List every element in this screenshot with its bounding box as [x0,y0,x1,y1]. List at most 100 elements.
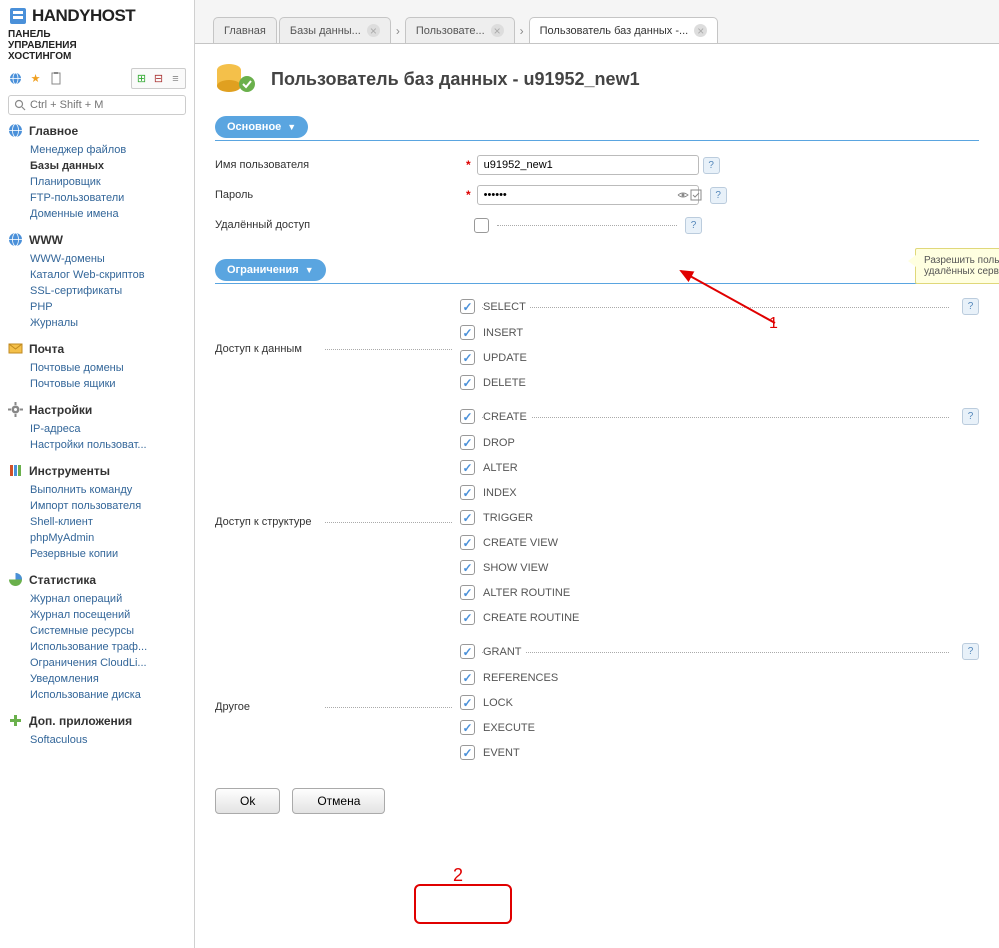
nav-item[interactable]: Настройки пользоват... [30,437,186,453]
section-main-badge[interactable]: Основное▼ [215,116,308,138]
perm-label: REFERENCES [483,672,562,684]
password-input[interactable] [477,185,699,205]
perm-label: TRIGGER [483,512,537,524]
nav-item[interactable]: WWW-домены [30,251,186,267]
nav-item[interactable]: Выполнить команду [30,482,186,498]
perm-checkbox[interactable] [460,585,475,600]
perm-checkbox[interactable] [460,670,475,685]
help-icon[interactable]: ? [685,217,702,234]
tab-0[interactable]: Главная [213,17,277,43]
nav-section-2[interactable]: Почта [8,341,186,356]
nav-item[interactable]: Использование траф... [30,639,186,655]
perm-checkbox[interactable] [460,485,475,500]
perm-checkbox[interactable] [460,644,475,659]
tab-3[interactable]: Пользователь баз данных -...× [529,17,719,43]
cancel-button[interactable]: Отмена [292,788,385,814]
page-title: Пользователь баз данных - u91952_new1 [271,69,640,90]
collapse-icon[interactable]: ⊟ [151,71,166,86]
nav-item[interactable]: Shell-клиент [30,514,186,530]
nav-section-5[interactable]: Статистика [8,572,186,587]
nav-item[interactable]: Журнал операций [30,591,186,607]
perm-checkbox[interactable] [460,745,475,760]
nav-item[interactable]: Уведомления [30,671,186,687]
help-icon[interactable]: ? [703,157,720,174]
help-icon[interactable]: ? [962,298,979,315]
brand-subtitle: ПАНЕЛЬ УПРАВЛЕНИЯ ХОСТИНГОМ [8,29,186,62]
nav-item[interactable]: Системные ресурсы [30,623,186,639]
nav-section-3[interactable]: Настройки [8,402,186,417]
perm-checkbox[interactable] [460,435,475,450]
remote-label: Удалённый доступ [215,219,314,231]
perm-checkbox[interactable] [460,695,475,710]
nav-item[interactable]: Менеджер файлов [30,142,186,158]
nav-item[interactable]: Почтовые ящики [30,376,186,392]
content: Пользователь баз данных - u91952_new1 Ос… [195,44,999,830]
perm-label: SHOW VIEW [483,562,552,574]
nav-item[interactable]: Ограничения CloudLi... [30,655,186,671]
help-icon[interactable]: ? [962,643,979,660]
nav-item[interactable]: Журналы [30,315,186,331]
star-icon[interactable]: ★ [28,71,43,86]
username-input[interactable] [477,155,699,175]
annotation-2: 2 [453,865,463,886]
nav-item[interactable]: Использование диска [30,687,186,703]
home-icon[interactable] [8,71,23,86]
nav-item[interactable]: Резервные копии [30,546,186,562]
perm-label: SELECT [483,301,530,313]
row-username: Имя пользователя * ? [215,155,979,175]
perm-label: DELETE [483,377,530,389]
perm-checkbox[interactable] [460,510,475,525]
nav-section-0[interactable]: Главное [8,123,186,138]
required-mark: * [466,188,471,202]
ok-button[interactable]: Ok [215,788,280,814]
nav-item[interactable]: Импорт пользователя [30,498,186,514]
sort-icon[interactable]: ≡ [168,71,183,86]
search-icon [14,99,26,111]
perm-checkbox[interactable] [460,535,475,550]
nav-section-4[interactable]: Инструменты [8,463,186,478]
nav-item[interactable]: Базы данных [30,158,186,174]
nav-item[interactable]: Планировщик [30,174,186,190]
remote-checkbox[interactable] [474,218,489,233]
nav-item[interactable]: Журнал посещений [30,607,186,623]
perm-checkbox[interactable] [460,375,475,390]
section-limits-badge[interactable]: Ограничения▼ [215,259,326,281]
nav-section-6[interactable]: Доп. приложения [8,713,186,728]
perm-label: EXECUTE [483,722,539,734]
tab-1[interactable]: Базы данны...× [279,17,391,43]
gear-icon [8,402,23,417]
nav-item[interactable]: Каталог Web-скриптов [30,267,186,283]
perm-checkbox[interactable] [460,560,475,575]
mail-icon [8,341,23,356]
perm-checkbox[interactable] [460,460,475,475]
clipboard-icon[interactable] [48,71,63,86]
nav-item[interactable]: Softaculous [30,732,186,748]
perm-checkbox[interactable] [460,610,475,625]
nav-item[interactable]: PHP [30,299,186,315]
perm-checkbox[interactable] [460,350,475,365]
nav-item[interactable]: phpMyAdmin [30,530,186,546]
help-icon[interactable]: ? [962,408,979,425]
search-input[interactable] [30,99,180,111]
help-icon[interactable]: ? [710,187,727,204]
nav-item[interactable]: Почтовые домены [30,360,186,376]
perm-checkbox[interactable] [460,720,475,735]
nav-item[interactable]: FTP-пользователи [30,190,186,206]
nav-item[interactable]: Доменные имена [30,206,186,222]
eye-icon[interactable] [677,189,689,201]
perm-label: UPDATE [483,352,531,364]
perm-checkbox[interactable] [460,299,475,314]
close-icon[interactable]: × [491,24,504,37]
globe-icon [8,232,23,247]
nav-item[interactable]: IP-адреса [30,421,186,437]
nav-section-1[interactable]: WWW [8,232,186,247]
perm-checkbox[interactable] [460,325,475,340]
tab-2[interactable]: Пользовате...× [405,17,515,43]
nav-item[interactable]: SSL-сертификаты [30,283,186,299]
expand-icon[interactable]: ⊞ [134,71,149,86]
close-icon[interactable]: × [367,24,380,37]
close-icon[interactable]: × [694,24,707,37]
perm-checkbox[interactable] [460,409,475,424]
generate-icon[interactable] [690,189,702,201]
sidebar-search[interactable] [8,95,186,115]
